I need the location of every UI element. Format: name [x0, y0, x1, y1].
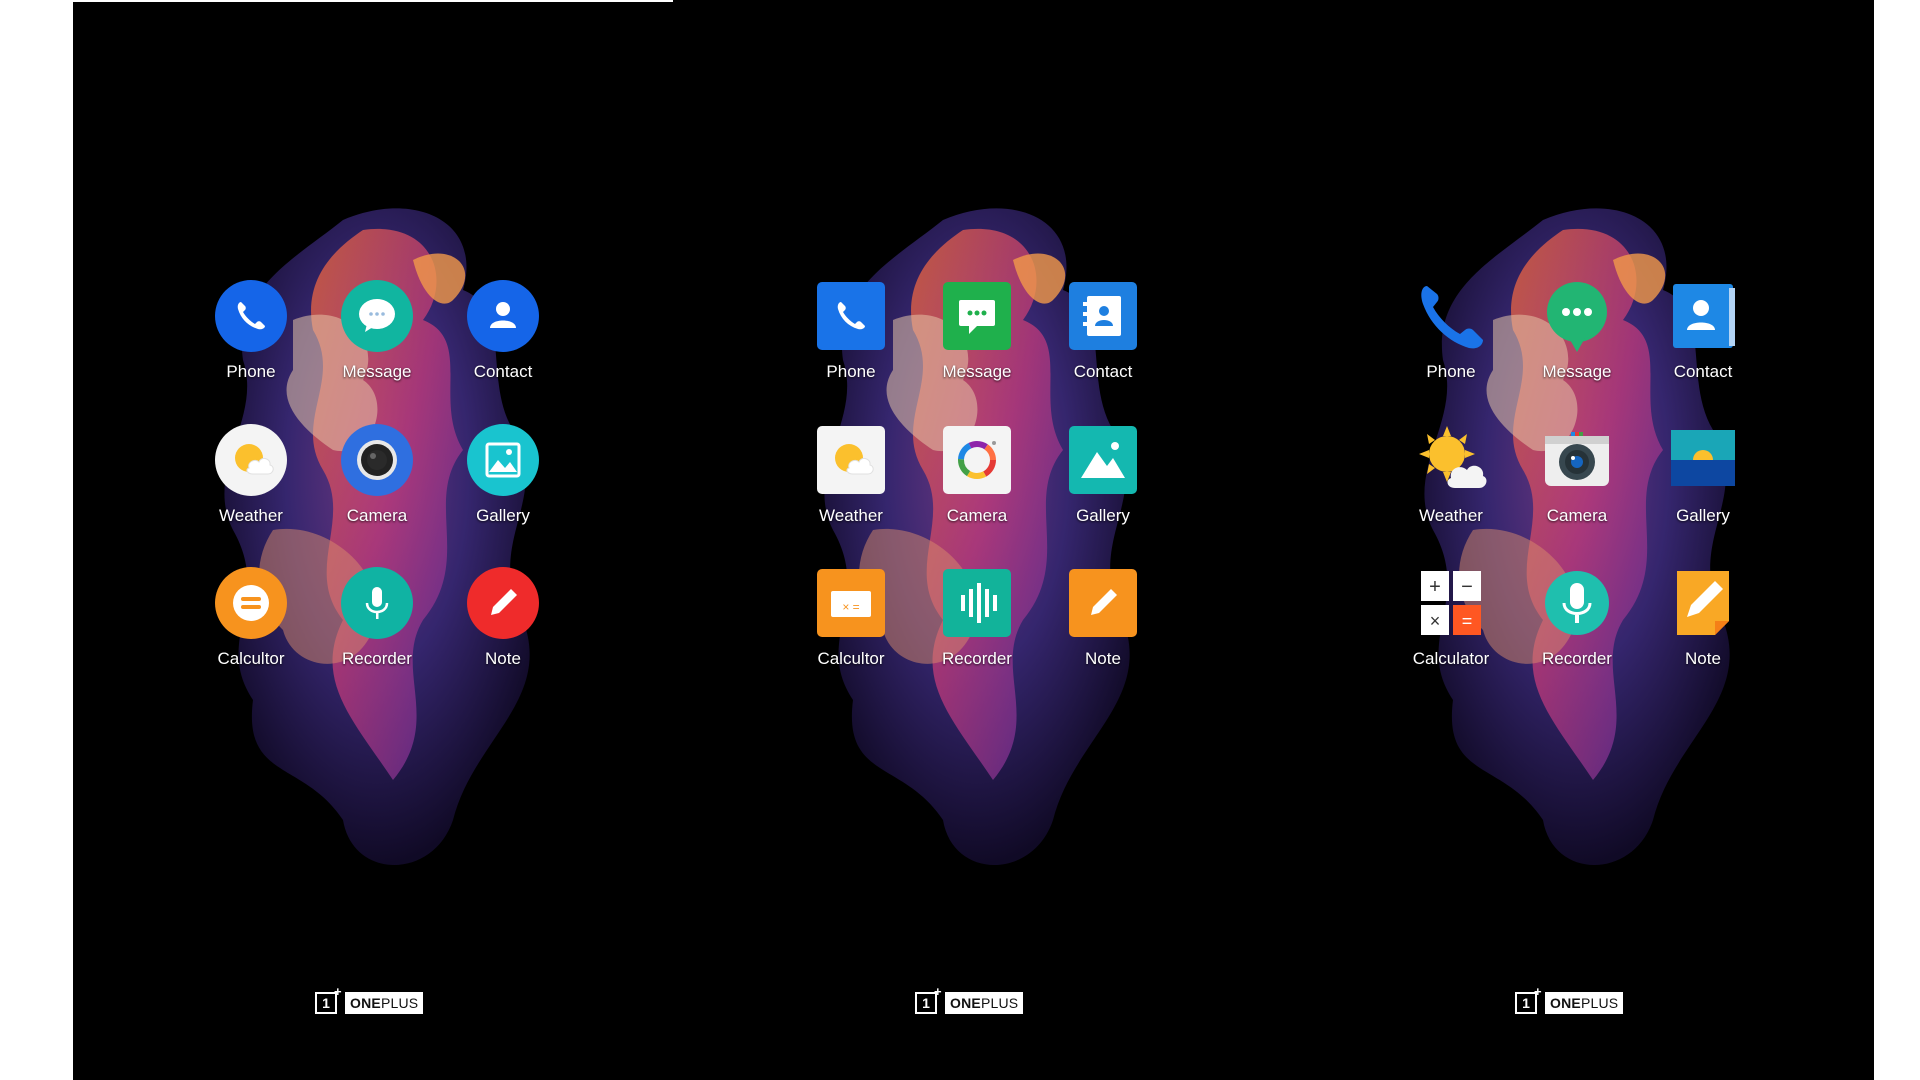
app-label: Weather	[219, 506, 283, 525]
logo-wordmark: ONEPLUS	[345, 992, 424, 1014]
app-weather[interactable]: Weather	[191, 422, 311, 542]
oneplus-logo: 1 + ONEPLUS	[915, 984, 1035, 1016]
app-label: Gallery	[476, 506, 530, 525]
note-icon	[1665, 565, 1741, 641]
app-recorder[interactable]: Recorder	[1517, 565, 1637, 685]
logo-wordmark: ONEPLUS	[1545, 992, 1624, 1014]
app-label: Camera	[1546, 506, 1608, 525]
app-weather[interactable]: Weather	[1391, 422, 1511, 542]
app-label: Recorder	[1542, 649, 1612, 668]
app-phone[interactable]: Phone	[191, 278, 311, 398]
app-label: Phone	[226, 362, 276, 381]
app-contact[interactable]: Contact	[1643, 278, 1763, 398]
app-calcultor[interactable]: × = Calcultor	[791, 565, 911, 685]
logo-plus-icon: +	[334, 984, 342, 999]
note-icon	[1065, 565, 1141, 641]
launcher-panel-free: Phone Message Contact Weather Camera Gal…	[1273, 0, 1873, 1080]
calculator-icon	[213, 565, 289, 641]
camera-icon	[1539, 422, 1615, 498]
app-calculator[interactable]: + − × = Calculator	[1391, 565, 1511, 685]
app-label: Camera	[946, 506, 1008, 525]
contact-icon	[465, 278, 541, 354]
logo-plus-icon: +	[934, 984, 942, 999]
app-label: Phone	[826, 362, 876, 381]
app-label: Camera	[346, 506, 408, 525]
app-label: Weather	[1419, 506, 1483, 525]
gallery-icon	[1665, 422, 1741, 498]
app-label: Weather	[819, 506, 883, 525]
app-gallery[interactable]: Gallery	[1643, 422, 1763, 542]
app-note[interactable]: Note	[443, 565, 563, 685]
phone-icon	[213, 278, 289, 354]
app-weather[interactable]: Weather	[791, 422, 911, 542]
app-camera[interactable]: Camera	[1517, 422, 1637, 542]
app-label: Calcultor	[817, 649, 885, 668]
app-label: Note	[1085, 649, 1121, 668]
app-label: Recorder	[942, 649, 1012, 668]
recorder-icon	[939, 565, 1015, 641]
message-icon	[939, 278, 1015, 354]
app-gallery[interactable]: Gallery	[443, 422, 563, 542]
app-label: Contact	[1073, 362, 1133, 381]
app-note[interactable]: Note	[1043, 565, 1163, 685]
phone-icon	[1413, 278, 1489, 354]
app-gallery[interactable]: Gallery	[1043, 422, 1163, 542]
contact-icon	[1065, 278, 1141, 354]
app-label: Phone	[1426, 362, 1476, 381]
app-camera[interactable]: Camera	[317, 422, 437, 542]
app-phone[interactable]: Phone	[1391, 278, 1511, 398]
svg-text:×: ×	[1430, 611, 1441, 631]
calculator-icon: × =	[813, 565, 889, 641]
weather-icon	[1413, 422, 1489, 498]
app-label: Contact	[473, 362, 533, 381]
logo-wordmark: ONEPLUS	[945, 992, 1024, 1014]
weather-icon	[813, 422, 889, 498]
calculator-icon: + − × =	[1413, 565, 1489, 641]
gallery-icon	[465, 422, 541, 498]
app-message[interactable]: Message	[917, 278, 1037, 398]
oneplus-logo: 1 + ONEPLUS	[1515, 984, 1635, 1016]
app-label: Message	[1542, 362, 1612, 381]
app-calcultor[interactable]: Calcultor	[191, 565, 311, 685]
app-label: Contact	[1673, 362, 1733, 381]
app-contact[interactable]: Contact	[443, 278, 563, 398]
svg-text:−: −	[1461, 576, 1473, 598]
camera-icon	[939, 422, 1015, 498]
phone-icon	[813, 278, 889, 354]
recorder-icon	[339, 565, 415, 641]
app-label: Message	[942, 362, 1012, 381]
weather-icon	[213, 422, 289, 498]
svg-text:=: =	[1462, 611, 1473, 631]
gallery-icon	[1065, 422, 1141, 498]
message-icon	[1539, 278, 1615, 354]
message-icon	[339, 278, 415, 354]
svg-text:+: +	[1429, 576, 1441, 598]
app-label: Gallery	[1676, 506, 1730, 525]
app-label: Note	[485, 649, 521, 668]
recorder-icon	[1539, 565, 1615, 641]
app-note[interactable]: Note	[1643, 565, 1763, 685]
app-camera[interactable]: Camera	[917, 422, 1037, 542]
logo-plus-icon: +	[1534, 984, 1542, 999]
app-recorder[interactable]: Recorder	[317, 565, 437, 685]
app-message[interactable]: Message	[1517, 278, 1637, 398]
app-contact[interactable]: Contact	[1043, 278, 1163, 398]
app-label: Recorder	[342, 649, 412, 668]
camera-icon	[339, 422, 415, 498]
app-recorder[interactable]: Recorder	[917, 565, 1037, 685]
app-label: Gallery	[1076, 506, 1130, 525]
app-label: Note	[1685, 649, 1721, 668]
app-label: Message	[342, 362, 412, 381]
contact-icon	[1665, 278, 1741, 354]
app-message[interactable]: Message	[317, 278, 437, 398]
svg-text:× =: × =	[842, 600, 859, 614]
app-label: Calcultor	[217, 649, 285, 668]
app-label: Calculator	[1412, 649, 1490, 668]
launcher-panel-square: Phone Message Contact Weather Camera Gal…	[673, 0, 1273, 1080]
launcher-panel-round: Phone Message Contact Weather Camera Gal…	[73, 0, 673, 1080]
app-phone[interactable]: Phone	[791, 278, 911, 398]
note-icon	[465, 565, 541, 641]
oneplus-logo: 1 + ONEPLUS	[315, 984, 435, 1016]
screenshot-frame: Phone Message Contact Weather Camera Gal…	[73, 0, 1874, 1080]
